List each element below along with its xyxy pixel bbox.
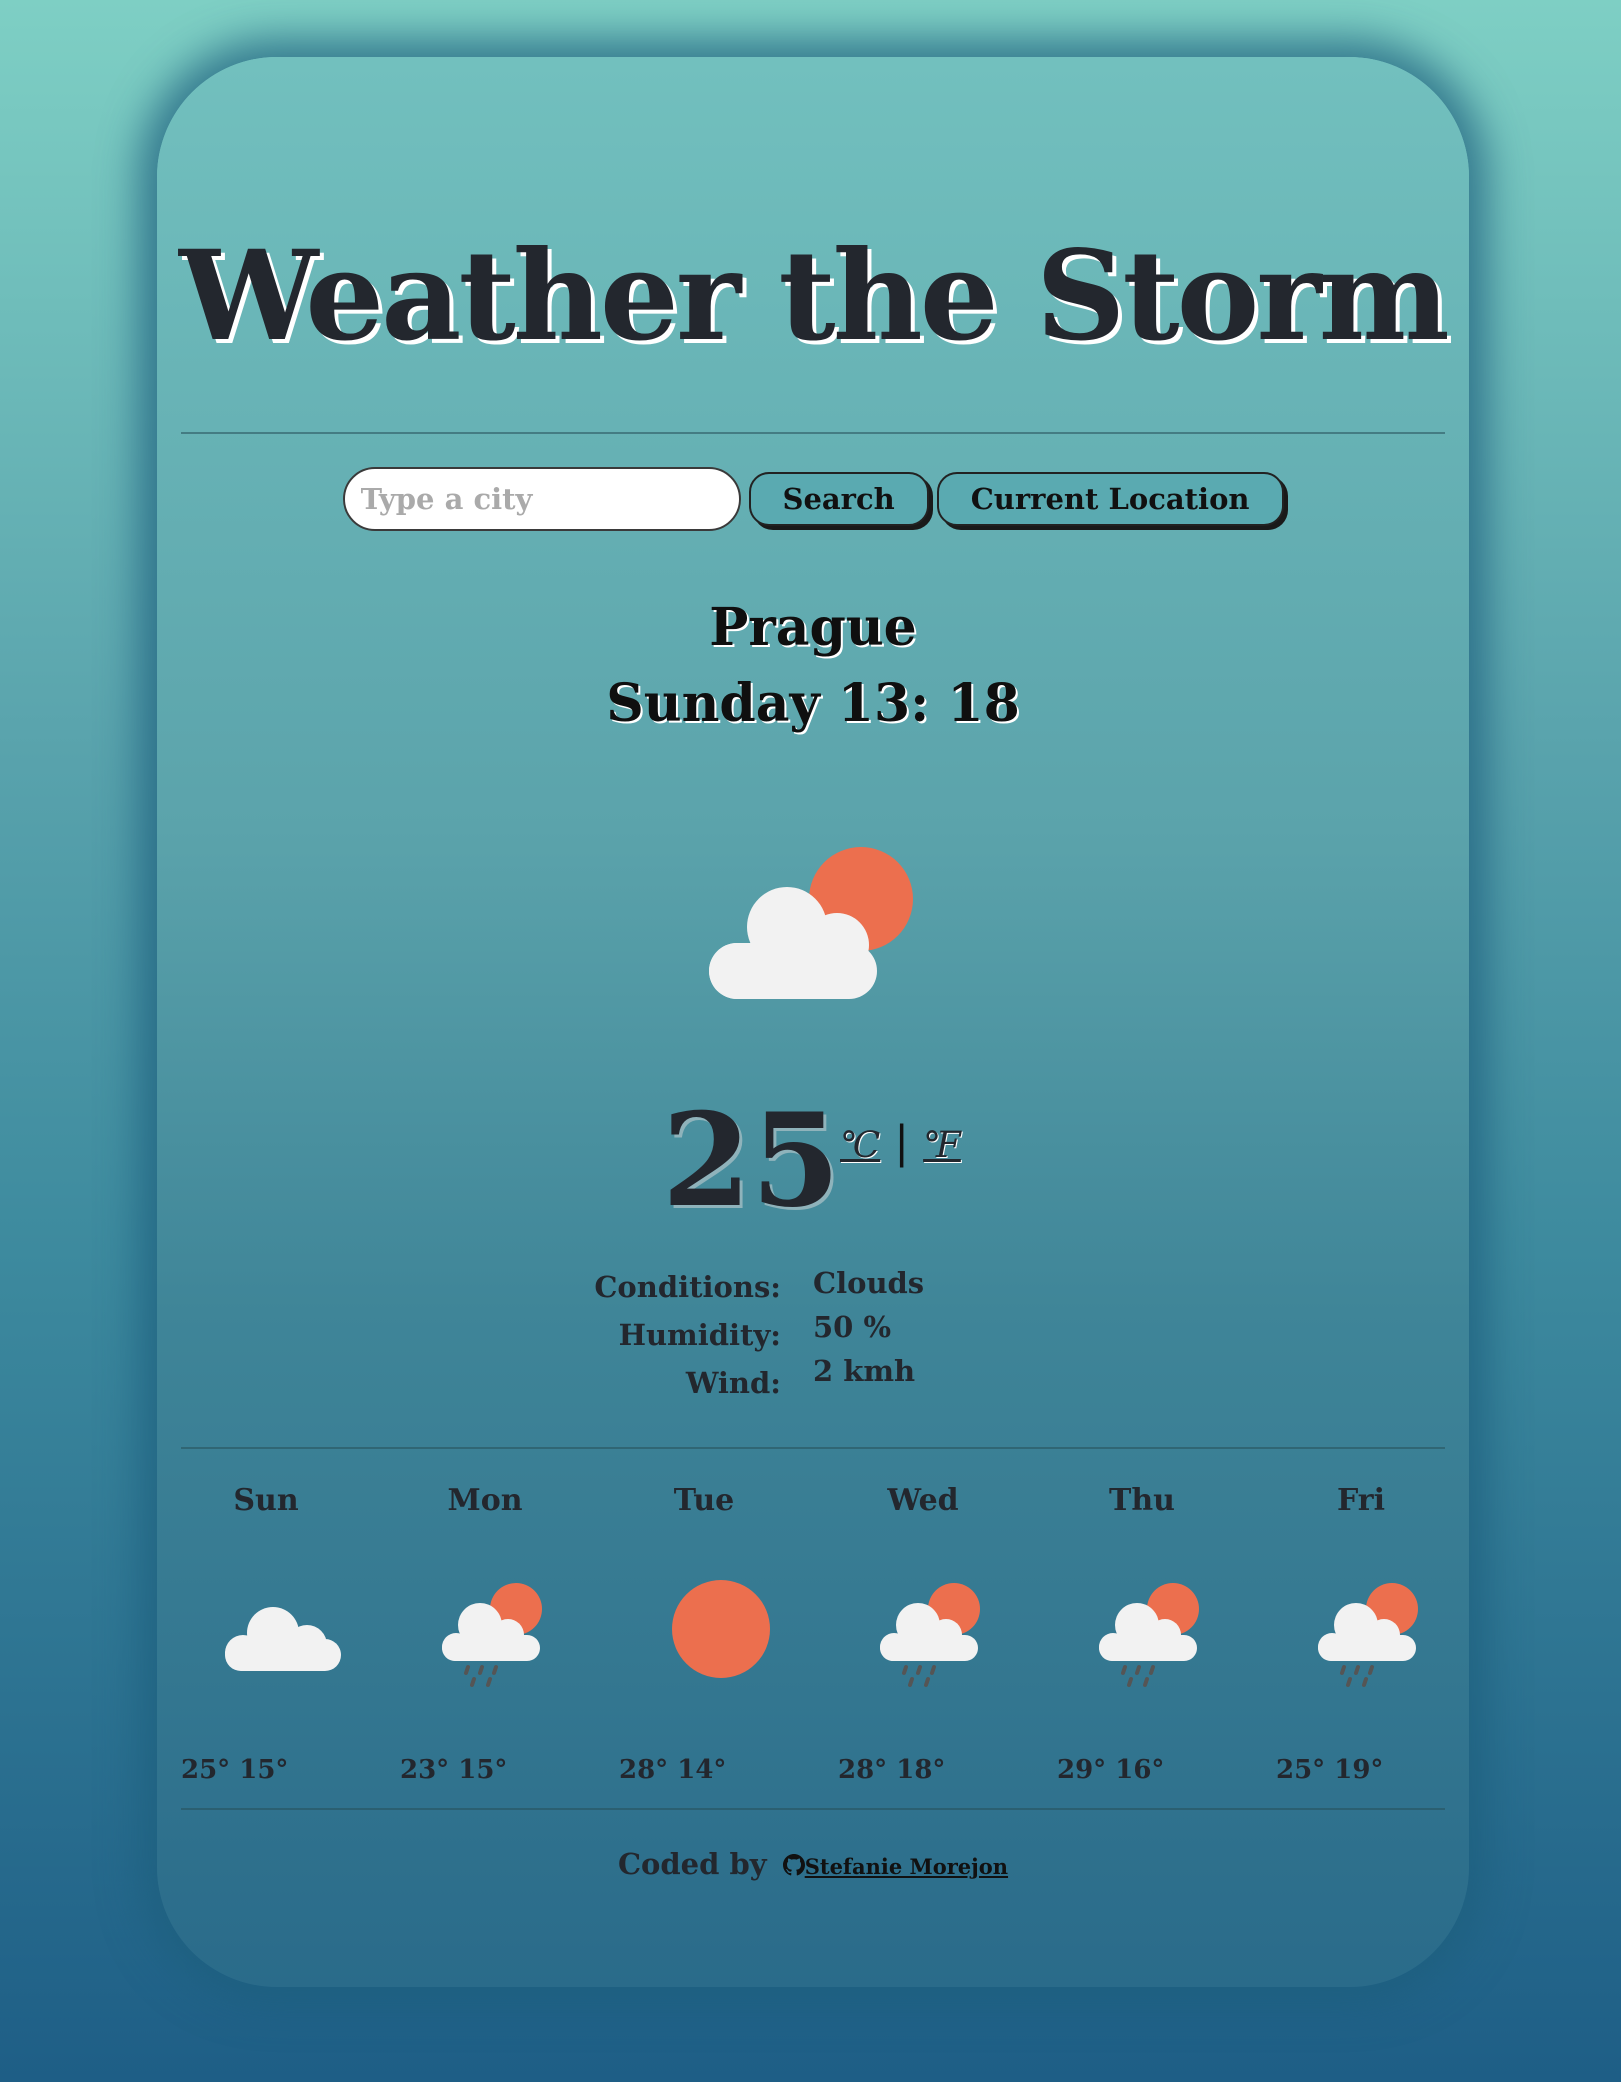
cloud-sun-rain-icon bbox=[876, 1581, 988, 1697]
forecast-temps: 28° 18° bbox=[838, 1755, 946, 1785]
forecast-day-name: Fri bbox=[1337, 1483, 1385, 1518]
humidity-value: 50 % bbox=[813, 1310, 892, 1344]
github-icon bbox=[782, 1849, 805, 1883]
author-link[interactable]: Stefanie Morejon bbox=[805, 1854, 1008, 1879]
conditions-value: Clouds bbox=[813, 1266, 925, 1300]
city-search-input[interactable] bbox=[342, 467, 741, 531]
app-title: Weather the Storm bbox=[179, 224, 1450, 369]
forecast-day: Thu 29° 16° bbox=[1057, 1483, 1275, 1813]
forecast-temps: 25° 15° bbox=[181, 1755, 289, 1785]
forecast-day-name: Tue bbox=[673, 1483, 735, 1518]
unit-toggle: ℃ | ℉ bbox=[840, 1117, 961, 1168]
detail-row-conditions: Conditions: Clouds bbox=[157, 1266, 1469, 1314]
wind-value: 2 kmh bbox=[813, 1354, 916, 1388]
city-name: Prague bbox=[709, 597, 917, 658]
wind-label: Wind: bbox=[685, 1366, 781, 1400]
footer: Coded by Stefanie Morejon bbox=[157, 1847, 1469, 1883]
fahrenheit-link[interactable]: ℉ bbox=[923, 1125, 961, 1166]
conditions-label: Conditions: bbox=[594, 1270, 781, 1304]
unit-separator: | bbox=[894, 1117, 910, 1168]
current-location-button[interactable]: Current Location bbox=[936, 472, 1284, 526]
footer-prefix: Coded by bbox=[617, 1847, 767, 1881]
search-form: Search Current Location bbox=[157, 467, 1469, 531]
humidity-label: Humidity: bbox=[618, 1318, 781, 1352]
current-datetime: Sunday 13: 18 bbox=[606, 673, 1020, 734]
forecast-day: Fri 25° 19° bbox=[1276, 1483, 1469, 1813]
divider-middle bbox=[181, 1447, 1445, 1449]
forecast-row: Sun 25° 15° Mon 23° 15° Tue 28° 14° Wed … bbox=[181, 1483, 1469, 1843]
cloud-sun-rain-icon bbox=[1095, 1581, 1207, 1697]
celsius-link[interactable]: ℃ bbox=[840, 1125, 880, 1166]
forecast-temps: 28° 14° bbox=[619, 1755, 727, 1785]
forecast-day: Tue 28° 14° bbox=[619, 1483, 837, 1813]
forecast-temps: 25° 19° bbox=[1276, 1755, 1384, 1785]
sun-icon bbox=[671, 1579, 771, 1683]
forecast-day-name: Sun bbox=[233, 1483, 299, 1518]
forecast-day-name: Thu bbox=[1109, 1483, 1175, 1518]
divider-top bbox=[181, 432, 1445, 434]
forecast-day: Wed 28° 18° bbox=[838, 1483, 1056, 1813]
forecast-day-name: Wed bbox=[887, 1483, 959, 1518]
cloud-sun-rain-icon bbox=[1314, 1581, 1426, 1697]
detail-row-wind: Wind: 2 kmh bbox=[157, 1354, 1469, 1410]
search-button[interactable]: Search bbox=[748, 472, 929, 526]
weather-card: Weather the Storm Search Current Locatio… bbox=[157, 57, 1469, 1987]
forecast-temps: 23° 15° bbox=[400, 1755, 508, 1785]
forecast-day: Sun 25° 15° bbox=[181, 1483, 399, 1813]
forecast-day-name: Mon bbox=[447, 1483, 523, 1518]
current-temperature: 25 bbox=[662, 1086, 841, 1236]
forecast-day: Mon 23° 15° bbox=[400, 1483, 618, 1813]
cloud-sun-rain-icon bbox=[438, 1581, 550, 1697]
cloud-sun-icon bbox=[703, 837, 923, 1011]
cloud-icon bbox=[221, 1595, 345, 1679]
divider-bottom bbox=[181, 1808, 1445, 1810]
forecast-temps: 29° 16° bbox=[1057, 1755, 1165, 1785]
